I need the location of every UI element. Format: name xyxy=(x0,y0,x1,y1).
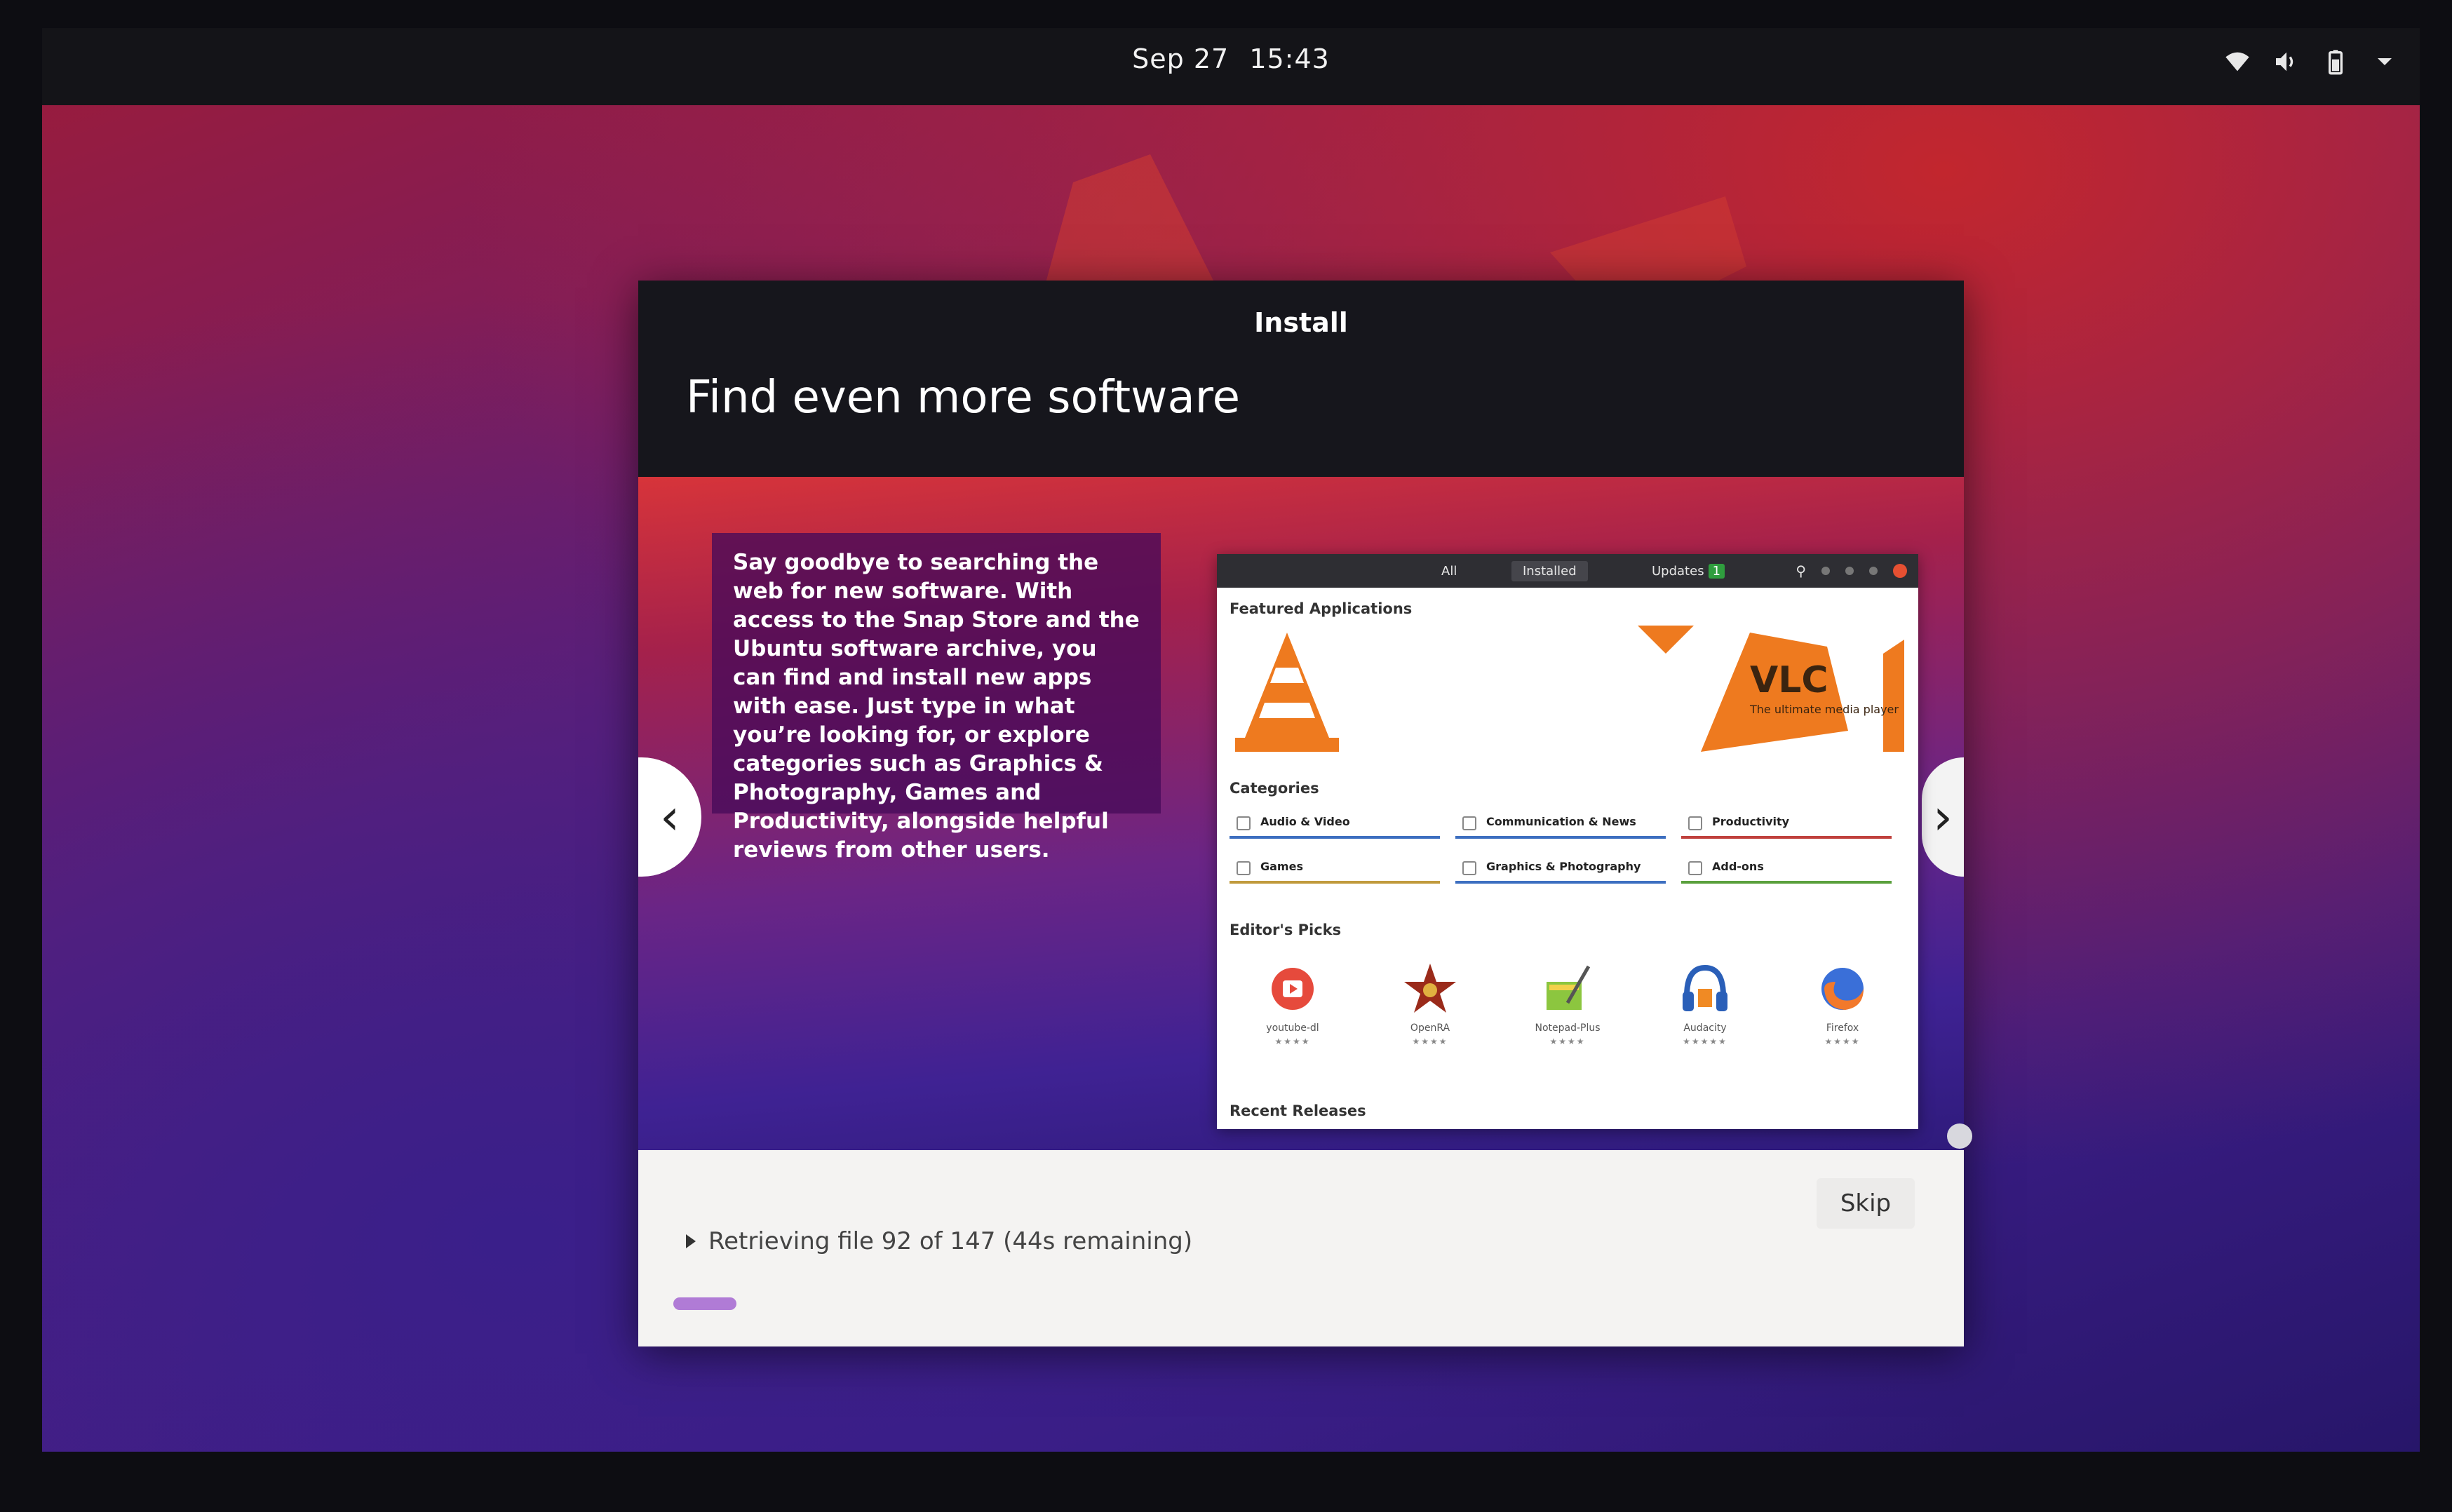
clock[interactable]: Sep 27 15:43 xyxy=(42,43,2420,74)
tab-installed: Installed xyxy=(1511,561,1588,581)
tab-all: All xyxy=(1441,564,1457,579)
category-label: Add-ons xyxy=(1712,860,1764,873)
audacity-headphones-icon xyxy=(1683,964,1727,1011)
pencil-icon xyxy=(1688,816,1702,830)
installer-window: Install Find even more software Say good… xyxy=(638,281,1964,1346)
menu-icon xyxy=(1821,567,1830,575)
recent-releases-label: Recent Releases xyxy=(1230,1102,1366,1119)
pick-rating: ★★★★ xyxy=(1274,1037,1311,1046)
pick-name: Audacity xyxy=(1683,1022,1727,1034)
category-label: Graphics & Photography xyxy=(1486,860,1641,873)
gamepad-icon xyxy=(1237,861,1251,875)
updates-count-badge: 1 xyxy=(1708,564,1725,579)
system-menu-chevron-icon[interactable] xyxy=(2371,48,2399,76)
search-icon: ⚲ xyxy=(1796,562,1806,579)
category-audio-video: Audio & Video xyxy=(1230,808,1440,839)
desktop-screen: Sep 27 15:43 Install Find even more soft… xyxy=(42,28,2420,1452)
music-note-icon xyxy=(1237,816,1251,830)
puzzle-icon xyxy=(1688,861,1702,875)
image-icon xyxy=(1462,861,1476,875)
slideshow-page-indicator[interactable] xyxy=(1947,1123,1972,1149)
pick-name: OpenRA xyxy=(1410,1022,1450,1034)
software-center-screenshot: All Installed Updates 1 ⚲ Featured Applic… xyxy=(1217,554,1918,1129)
progress-status-text: Retrieving file 92 of 147 (44s remaining… xyxy=(708,1227,1193,1255)
tab-updates-label: Updates xyxy=(1652,564,1704,579)
window-controls: ⚲ xyxy=(1796,562,1907,579)
category-label: Audio & Video xyxy=(1260,815,1350,828)
page-title: Find even more software xyxy=(686,372,1240,424)
pick-audacity: Audacity ★★★★★ xyxy=(1649,961,1761,1046)
pick-youtube-dl: youtube-dl ★★★★ xyxy=(1237,961,1349,1046)
chevron-right-icon: › xyxy=(1933,788,1953,846)
pick-rating: ★★★★ xyxy=(1824,1037,1861,1046)
category-label: Productivity xyxy=(1712,815,1790,828)
category-label: Games xyxy=(1260,860,1303,873)
slideshow-prev-button[interactable]: ‹ xyxy=(638,757,701,877)
editors-picks-row: youtube-dl ★★★★ OpenRA ★★★★ Notepad-Plus… xyxy=(1224,961,1911,1046)
close-icon xyxy=(1893,564,1907,578)
vlc-cone-icon xyxy=(1235,633,1339,752)
skip-button[interactable]: Skip xyxy=(1817,1178,1915,1229)
progress-bar-fill xyxy=(673,1297,736,1310)
pick-rating: ★★★★ xyxy=(1412,1037,1448,1046)
featured-app-tagline: The ultimate media player xyxy=(1750,703,1899,716)
slide-description: Say goodbye to searching the web for new… xyxy=(712,533,1161,863)
pick-name: youtube-dl xyxy=(1266,1022,1319,1034)
category-games: Games xyxy=(1230,853,1440,884)
battery-icon[interactable] xyxy=(2322,48,2350,76)
slideshow-next-button[interactable]: › xyxy=(1922,757,1964,877)
system-tray[interactable] xyxy=(2223,48,2399,76)
featured-banner: VLC The ultimate media player xyxy=(1224,626,1911,766)
pick-openra: OpenRA ★★★★ xyxy=(1374,961,1486,1046)
top-bar: Sep 27 15:43 xyxy=(42,28,2420,105)
firefox-icon xyxy=(1821,968,1864,1010)
openra-star-icon xyxy=(1404,964,1456,1013)
progress-status[interactable]: Retrieving file 92 of 147 (44s remaining… xyxy=(686,1227,1192,1255)
progress-bar xyxy=(673,1297,1375,1310)
software-center-headerbar: All Installed Updates 1 ⚲ xyxy=(1217,554,1918,588)
category-communication: Communication & News xyxy=(1455,808,1666,839)
maximize-icon xyxy=(1869,567,1878,575)
chevron-left-icon: ‹ xyxy=(660,788,680,846)
featured-app-name: VLC xyxy=(1750,659,1828,701)
youtube-dl-icon xyxy=(1272,968,1314,1010)
pick-firefox: Firefox ★★★★ xyxy=(1786,961,1899,1046)
categories-label: Categories xyxy=(1230,780,1319,797)
clock-date: Sep 27 xyxy=(1132,43,1230,74)
pick-name: Firefox xyxy=(1826,1022,1859,1034)
pick-name: Notepad-Plus xyxy=(1535,1022,1601,1034)
featured-label: Featured Applications xyxy=(1230,600,1413,617)
category-add-ons: Add-ons xyxy=(1681,853,1892,884)
vlc-banner-art xyxy=(1638,626,1904,752)
install-progress-area: Skip Retrieving file 92 of 147 (44s rema… xyxy=(638,1150,1964,1346)
minimize-icon xyxy=(1845,567,1854,575)
slideshow: Say goodbye to searching the web for new… xyxy=(638,477,1964,1150)
tab-updates: Updates 1 xyxy=(1652,564,1725,579)
category-label: Communication & News xyxy=(1486,815,1636,828)
pick-rating: ★★★★ xyxy=(1549,1037,1586,1046)
expander-arrow-icon[interactable] xyxy=(686,1234,696,1248)
chat-icon xyxy=(1462,816,1476,830)
window-title: Install xyxy=(1254,307,1348,338)
pick-rating: ★★★★★ xyxy=(1683,1037,1727,1046)
network-icon[interactable] xyxy=(2223,48,2251,76)
category-productivity: Productivity xyxy=(1681,808,1892,839)
editors-picks-label: Editor's Picks xyxy=(1230,922,1342,938)
clock-time: 15:43 xyxy=(1249,43,1330,74)
notepad-plus-icon xyxy=(1547,965,1591,1010)
category-graphics: Graphics & Photography xyxy=(1455,853,1666,884)
pick-notepad-plus: Notepad-Plus ★★★★ xyxy=(1511,961,1624,1046)
volume-icon[interactable] xyxy=(2272,48,2301,76)
